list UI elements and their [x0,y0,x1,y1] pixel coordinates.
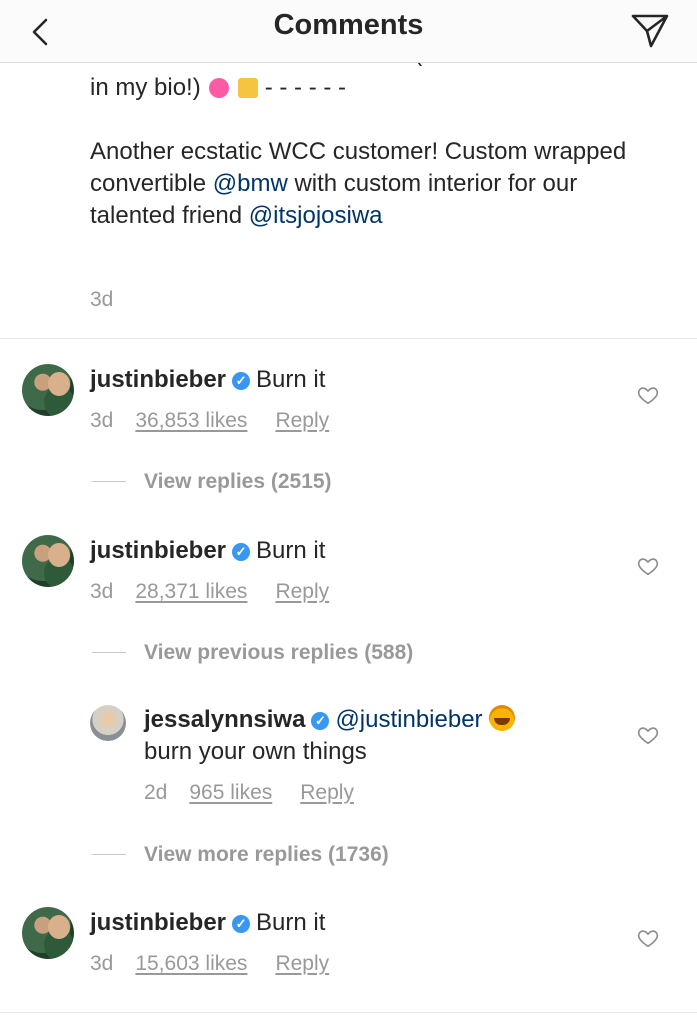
avatar[interactable] [22,535,74,587]
comment-item: justinbieber ✓ Burn it 3d 15,603 likes Reply [0,905,697,995]
reply-username[interactable]: jessalynnsiwa [144,706,305,733]
reply-meta: 2d 965 likes Reply [144,781,354,805]
comment-username[interactable]: justinbieber [90,909,226,936]
view-previous-replies-button[interactable]: View previous replies (588) [92,641,413,671]
page-title: Comments [273,9,424,41]
heart-icon[interactable] [637,384,659,406]
reply-text-line: jessalynnsiwa ✓ @justinbieber [144,705,515,735]
comment-item: justinbieber ✓ Burn it 3d 28,371 likes Reply [0,533,697,623]
laughing-emoji-icon [488,705,515,731]
view-more-replies-button[interactable]: View more replies (1736) [92,843,389,873]
avatar[interactable] [22,364,74,416]
mention-itsjojosiwa-link[interactable]: @itsjojosiwa [249,202,383,229]
reply-button[interactable]: Reply [300,781,354,804]
mention-bmw-link[interactable]: @bmw [213,170,288,197]
comment-text: Burn it [256,909,326,936]
reply-button[interactable]: Reply [275,952,329,975]
reply-button[interactable]: Reply [275,580,329,603]
comment-text-line: justinbieber ✓ Burn it [90,536,325,566]
heart-icon[interactable] [637,927,659,949]
reply-item: jessalynnsiwa ✓ @justinbieber burn your ow… [0,703,697,813]
verified-badge-icon: ✓ [232,915,251,933]
comment-text-line: justinbieber ✓ Burn it [90,365,325,395]
comment-meta: 3d 15,603 likes Reply [90,952,329,976]
reply-time: 2d [144,781,168,804]
comment-time: 3d [90,580,114,603]
caption-divider [0,338,697,339]
comment-text-line: justinbieber ✓ Burn it [90,908,325,938]
top-bar: Comments [0,0,697,63]
comment-text: Burn it [256,537,326,564]
comment-time: 3d [90,952,114,975]
direct-send-icon[interactable] [629,11,671,51]
post-caption: BEST CHRISTMAS EVER!! (link in my bio!) … [90,50,650,232]
heart-icon[interactable] [637,555,659,577]
verified-badge-icon: ✓ [232,543,251,561]
mention-justinbieber-link[interactable]: @justinbieber [335,706,482,733]
comment-meta: 3d 36,853 likes Reply [90,409,329,433]
comment-item: justinbieber ✓ Burn it 3d 36,853 likes Reply [0,362,697,452]
caption-line-bio: in my bio!) - - - - - - [90,74,347,101]
comment-time: 3d [90,409,114,432]
bottom-divider [0,1012,697,1013]
caption-body: Another ecstatic WCC customer! Custom wr… [90,138,627,229]
avatar[interactable] [22,907,74,959]
heart-icon[interactable] [637,724,659,746]
comment-text: Burn it [256,366,326,393]
thread-dash [92,652,126,653]
comment-meta: 3d 28,371 likes Reply [90,580,329,604]
likes-link[interactable]: 965 likes [189,781,272,804]
thread-dash [92,854,126,855]
view-replies-button[interactable]: View replies (2515) [92,470,332,500]
reply-button[interactable]: Reply [275,409,329,432]
likes-link[interactable]: 15,603 likes [135,952,247,975]
comment-username[interactable]: justinbieber [90,537,226,564]
comment-username[interactable]: justinbieber [90,366,226,393]
reply-text: burn your own things [144,738,367,765]
caption-timestamp: 3d [90,288,114,311]
avatar[interactable] [90,705,126,741]
party-popper-emoji-icon [238,78,259,98]
likes-link[interactable]: 28,371 likes [135,580,247,603]
verified-badge-icon: ✓ [311,712,330,730]
likes-link[interactable]: 36,853 likes [135,409,247,432]
verified-badge-icon: ✓ [232,372,251,390]
thread-dash [92,481,126,482]
hearts-emoji-icon [209,78,230,98]
